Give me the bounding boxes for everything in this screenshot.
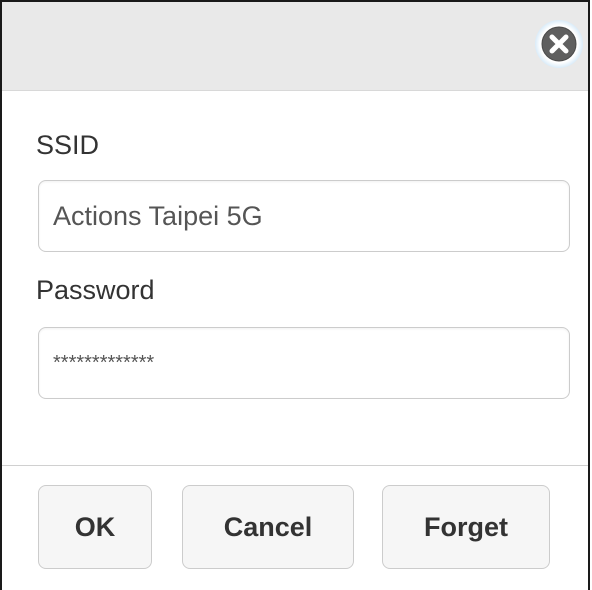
ok-button[interactable]: OK <box>38 485 152 569</box>
ssid-input[interactable] <box>38 180 570 252</box>
password-label: Password <box>36 275 155 305</box>
password-input[interactable] <box>38 327 570 399</box>
close-circle-icon <box>541 26 577 62</box>
forget-button[interactable]: Forget <box>382 485 550 569</box>
cancel-button[interactable]: Cancel <box>182 485 354 569</box>
dialog-titlebar <box>2 2 588 91</box>
footer-divider <box>2 465 588 466</box>
wifi-settings-dialog: SSID Password OK Cancel Forget <box>0 0 590 590</box>
ssid-label: SSID <box>36 130 100 160</box>
close-button[interactable] <box>535 20 583 68</box>
